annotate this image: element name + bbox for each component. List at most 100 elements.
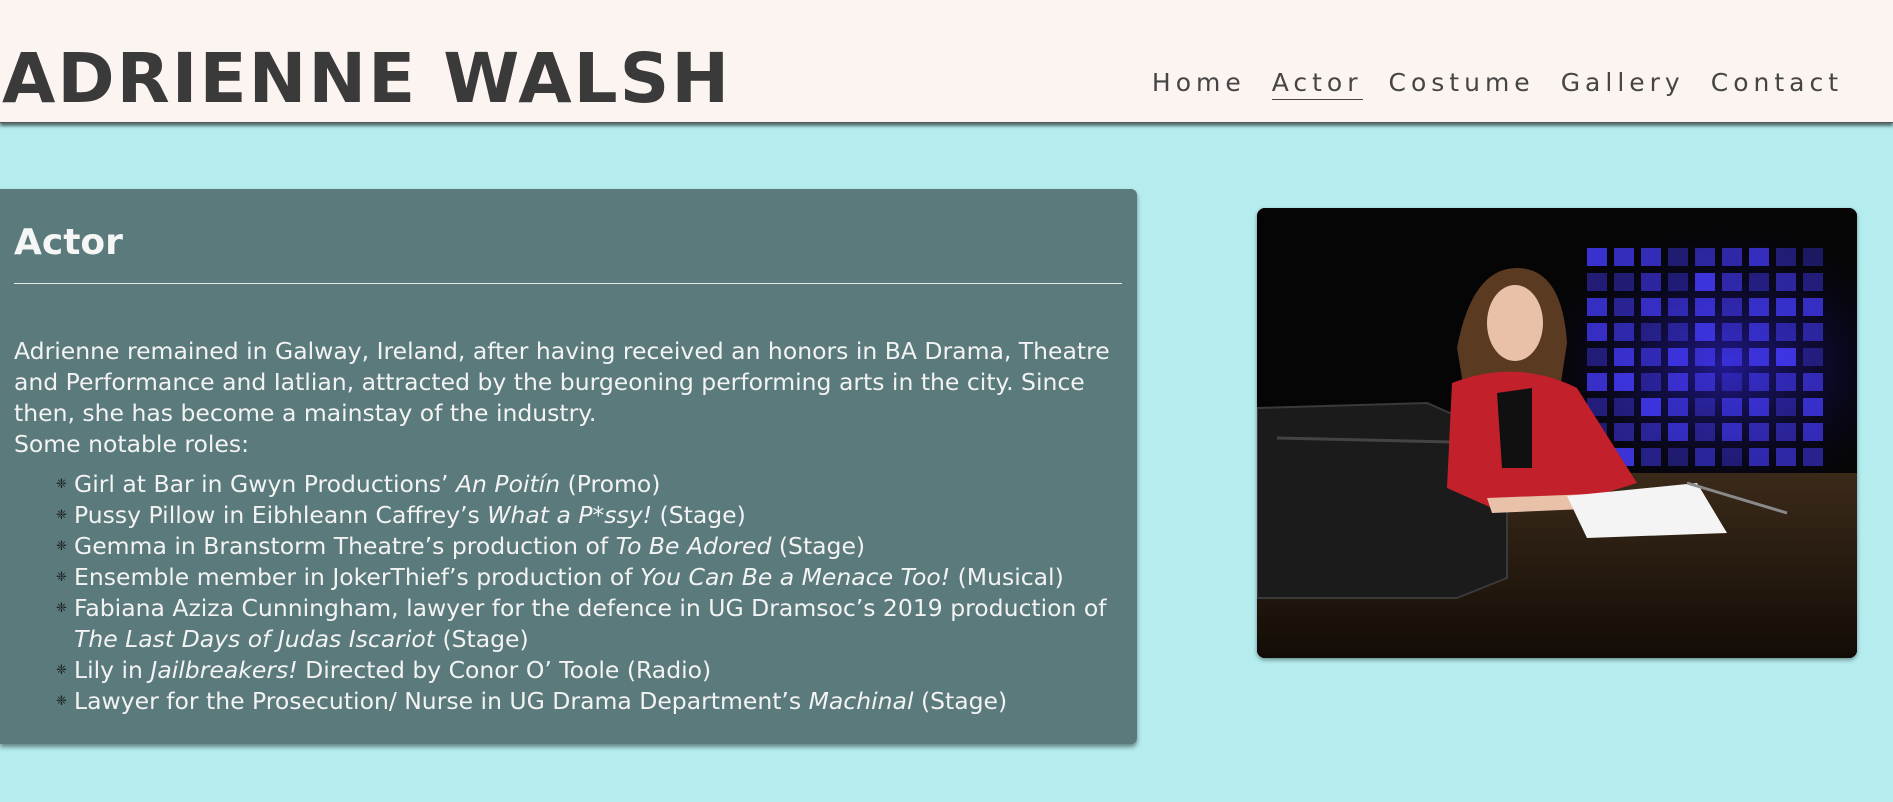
backdrop-panel — [1749, 448, 1769, 466]
backdrop-panel — [1749, 273, 1769, 291]
backdrop-panel — [1641, 423, 1661, 441]
backdrop-panel — [1614, 273, 1634, 291]
backdrop-panel — [1749, 398, 1769, 416]
backdrop-panel — [1722, 348, 1742, 366]
actor-card: Actor Adrienne remained in Galway, Irela… — [0, 189, 1137, 744]
nav-contact[interactable]: Contact — [1711, 68, 1843, 100]
backdrop-panel — [1722, 248, 1742, 266]
backdrop-panel — [1614, 373, 1634, 391]
backdrop-panel — [1587, 273, 1607, 291]
backdrop-panel — [1614, 348, 1634, 366]
role-item: Girl at Bar in Gwyn Productions’ An Poit… — [74, 469, 1134, 500]
backdrop-panel — [1641, 273, 1661, 291]
heading-divider — [14, 283, 1122, 284]
backdrop-panel — [1668, 273, 1688, 291]
backdrop-panel — [1803, 423, 1823, 441]
backdrop-panel — [1803, 248, 1823, 266]
backdrop-panel — [1641, 248, 1661, 266]
backdrop-panel — [1776, 423, 1796, 441]
backdrop-panel — [1587, 298, 1607, 316]
backdrop-panel — [1803, 398, 1823, 416]
backdrop-panel — [1776, 323, 1796, 341]
main-nav: Home Actor Costume Gallery Contact — [1152, 68, 1843, 100]
roles-list: Girl at Bar in Gwyn Productions’ An Poit… — [14, 469, 1123, 717]
backdrop-panel — [1749, 348, 1769, 366]
role-title: Jailbreakers! — [150, 656, 297, 684]
backdrop-panel — [1776, 298, 1796, 316]
backdrop-panel — [1668, 348, 1688, 366]
backdrop-panel — [1722, 273, 1742, 291]
backdrop-panel — [1614, 248, 1634, 266]
backdrop-panel — [1695, 423, 1715, 441]
backdrop-panel — [1587, 373, 1607, 391]
backdrop-panel — [1776, 273, 1796, 291]
backdrop-panel — [1722, 423, 1742, 441]
role-item: Fabiana Aziza Cunningham, lawyer for the… — [74, 593, 1134, 655]
backdrop-panel — [1668, 448, 1688, 466]
backdrop-panel — [1722, 398, 1742, 416]
backdrop-panel — [1695, 273, 1715, 291]
backdrop-panel — [1641, 348, 1661, 366]
backdrop-panel — [1668, 298, 1688, 316]
backdrop-panel — [1695, 448, 1715, 466]
role-title: What a P*ssy! — [487, 501, 652, 529]
role-title: An Poitín — [456, 470, 560, 498]
backdrop-panel — [1695, 323, 1715, 341]
role-title: You Can Be a Menace Too! — [640, 563, 950, 591]
backdrop-panel — [1722, 373, 1742, 391]
backdrop-panel — [1803, 323, 1823, 341]
face — [1487, 285, 1543, 361]
backdrop-panel — [1587, 323, 1607, 341]
backdrop-panel — [1587, 348, 1607, 366]
roles-intro: Some notable roles: — [14, 430, 249, 458]
backdrop-panel — [1776, 248, 1796, 266]
backdrop-panel — [1803, 273, 1823, 291]
backdrop-panel — [1749, 423, 1769, 441]
backdrop-panel — [1749, 298, 1769, 316]
role-title: To Be Adored — [616, 532, 772, 560]
backdrop-panel — [1695, 373, 1715, 391]
backdrop-panel — [1668, 423, 1688, 441]
nav-costume[interactable]: Costume — [1389, 68, 1535, 100]
backdrop-panel — [1803, 448, 1823, 466]
backdrop-panel — [1749, 323, 1769, 341]
backdrop-panel — [1641, 398, 1661, 416]
backdrop-panel — [1803, 373, 1823, 391]
backdrop-panel — [1722, 298, 1742, 316]
backdrop-panel — [1614, 398, 1634, 416]
backdrop-panel — [1749, 248, 1769, 266]
backdrop-panel — [1803, 348, 1823, 366]
backdrop-panel — [1587, 248, 1607, 266]
nav-home[interactable]: Home — [1152, 68, 1246, 100]
backdrop-panel — [1641, 373, 1661, 391]
backdrop-panel — [1641, 323, 1661, 341]
role-title: The Last Days of Judas Iscariot — [74, 625, 435, 653]
backdrop-panel — [1668, 398, 1688, 416]
backdrop-panel — [1614, 323, 1634, 341]
backdrop-panel — [1776, 448, 1796, 466]
backdrop-panel — [1668, 248, 1688, 266]
backdrop-panel — [1614, 298, 1634, 316]
role-item: Gemma in Branstorm Theatre’s production … — [74, 531, 1134, 562]
role-item: Ensemble member in JokerThief’s producti… — [74, 562, 1134, 593]
backdrop-panel — [1614, 423, 1634, 441]
backdrop-panel — [1803, 298, 1823, 316]
intro-paragraph: Adrienne remained in Galway, Ireland, af… — [14, 337, 1110, 427]
backdrop-panel — [1695, 398, 1715, 416]
nav-gallery[interactable]: Gallery — [1561, 68, 1685, 100]
site-header: ADRIENNE WALSH Home Actor Costume Galler… — [0, 0, 1893, 123]
role-item: Pussy Pillow in Eibhleann Caffrey’s What… — [74, 500, 1134, 531]
intro-text: Adrienne remained in Galway, Ireland, af… — [14, 336, 1124, 460]
actor-stage-photo — [1257, 208, 1857, 658]
site-title[interactable]: ADRIENNE WALSH — [2, 38, 731, 120]
backdrop-panel — [1722, 448, 1742, 466]
backdrop-panel — [1695, 248, 1715, 266]
photo-illustration — [1257, 208, 1857, 658]
backdrop-panel — [1776, 398, 1796, 416]
backdrop-panel — [1695, 348, 1715, 366]
role-item: Lily in Jailbreakers! Directed by Conor … — [74, 655, 1134, 686]
backdrop-panel — [1749, 373, 1769, 391]
nav-actor[interactable]: Actor — [1272, 68, 1363, 100]
backdrop-panel — [1695, 298, 1715, 316]
backdrop-panel — [1776, 348, 1796, 366]
